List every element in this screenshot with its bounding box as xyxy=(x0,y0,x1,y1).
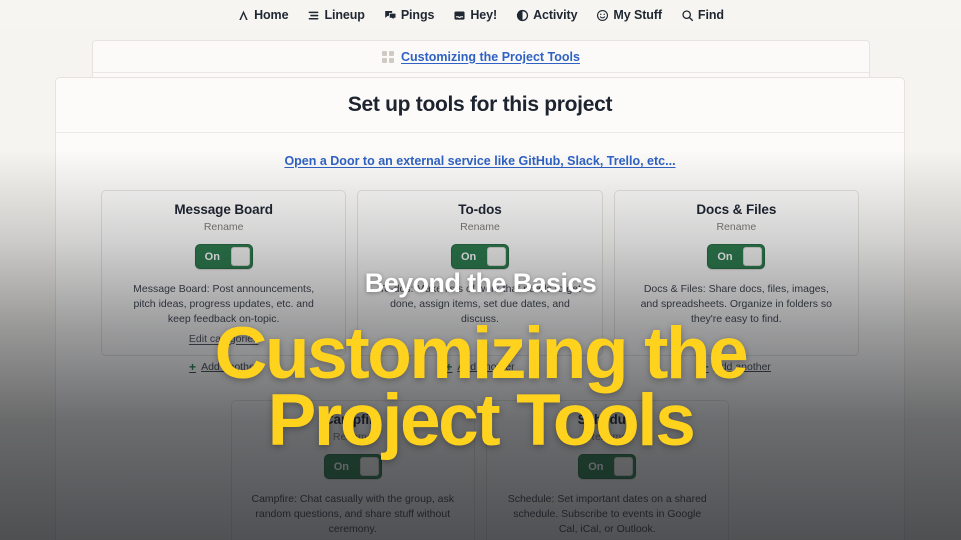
nav-item-home[interactable]: Home xyxy=(237,8,289,22)
breadcrumb-link[interactable]: Customizing the Project Tools xyxy=(401,50,580,64)
tool-description: Campfire: Chat casually with the group, … xyxy=(251,493,454,536)
tool-card-to-dos[interactable]: To-dos Rename On To-dos: Make lists of w… xyxy=(357,190,603,356)
nav-item-label: Activity xyxy=(533,8,578,22)
tool-toggle[interactable]: On xyxy=(578,454,637,479)
toggle-knob xyxy=(486,247,506,266)
tool-name: Docs & Files xyxy=(696,202,777,217)
toggle-knob xyxy=(743,247,763,266)
toggle-knob xyxy=(614,457,634,476)
plus-icon: + xyxy=(445,360,453,374)
rename-link[interactable]: Rename xyxy=(460,221,500,233)
nav-item-find[interactable]: Find xyxy=(681,8,724,22)
toggle-knob xyxy=(230,247,250,266)
hey-inbox-icon xyxy=(453,9,466,22)
edit-categories-link[interactable]: Edit categories xyxy=(189,333,258,345)
tool-name: To-dos xyxy=(458,202,502,217)
add-another-row: + Add another + Add another + Add anothe… xyxy=(101,361,859,373)
breadcrumb: Customizing the Project Tools xyxy=(93,41,869,73)
nav-item-label: Find xyxy=(697,8,724,22)
nav-item-label: Pings xyxy=(400,8,435,22)
add-another-to-dos[interactable]: + Add another xyxy=(357,361,602,373)
tool-card-message-board[interactable]: Message Board Rename On Message Board: P… xyxy=(101,190,347,356)
app-screenshot: Home Lineup Pings Hey! Activity My Stuff… xyxy=(0,0,961,540)
plus-icon: + xyxy=(701,360,709,374)
tool-name: Message Board xyxy=(174,202,273,217)
rename-link[interactable]: Rename xyxy=(587,431,627,443)
tool-card-campfire[interactable]: Campfire Rename On Campfire: Chat casual… xyxy=(231,400,475,540)
tool-description: To-dos: Make lists of work that needs to… xyxy=(379,283,581,326)
plus-icon: + xyxy=(189,360,197,374)
home-icon xyxy=(237,9,250,22)
search-icon xyxy=(681,9,694,22)
add-another-label: Add another xyxy=(201,361,259,373)
page-title: Set up tools for this project xyxy=(347,93,613,116)
nav-item-my-stuff[interactable]: My Stuff xyxy=(596,8,662,22)
lineup-icon xyxy=(307,9,320,22)
nav-item-label: Lineup xyxy=(324,8,365,22)
top-navigation: Home Lineup Pings Hey! Activity My Stuff… xyxy=(0,0,961,30)
screenshot-stage: Home Lineup Pings Hey! Activity My Stuff… xyxy=(0,0,961,540)
rename-link[interactable]: Rename xyxy=(333,431,373,443)
open-door-link[interactable]: Open a Door to an external service like … xyxy=(284,154,675,168)
tool-toggle[interactable]: On xyxy=(707,244,766,269)
tool-name: Schedule xyxy=(577,412,637,427)
nav-item-label: My Stuff xyxy=(613,8,662,22)
tool-description: Docs & Files: Share docs, files, images,… xyxy=(640,283,833,326)
nav-item-lineup[interactable]: Lineup xyxy=(307,8,365,22)
nav-item-activity[interactable]: Activity xyxy=(516,8,578,22)
toggle-state-label: On xyxy=(204,250,220,263)
tool-toggle[interactable]: On xyxy=(450,244,509,269)
pings-icon xyxy=(384,9,397,22)
add-another-message-board[interactable]: + Add another xyxy=(101,361,346,373)
tool-card-grid-row1: Message Board Rename On Message Board: P… xyxy=(101,190,859,356)
rename-link[interactable]: Rename xyxy=(716,221,756,233)
nav-item-hey[interactable]: Hey! xyxy=(453,8,497,22)
activity-moon-icon xyxy=(516,9,529,22)
add-another-label: Add another xyxy=(457,361,515,373)
add-another-label: Add another xyxy=(713,361,771,373)
grid-icon xyxy=(382,50,395,63)
toggle-knob xyxy=(359,457,379,476)
tool-description: Schedule: Set important dates on a share… xyxy=(507,493,707,536)
toggle-state-label: On xyxy=(333,460,350,473)
toggle-state-label: On xyxy=(460,250,477,263)
toggle-state-label: On xyxy=(588,460,604,473)
open-door-row: Open a Door to an external service like … xyxy=(56,133,904,188)
tool-name: Campfire xyxy=(323,412,382,427)
tool-card-schedule[interactable]: Schedule Rename On Schedule: Set importa… xyxy=(485,400,729,540)
panel-header: Set up tools for this project xyxy=(56,78,904,133)
my-stuff-smiley-icon xyxy=(596,9,609,22)
tool-card-grid-row2: Campfire Rename On Campfire: Chat casual… xyxy=(231,400,729,540)
tool-setup-panel: Set up tools for this project Open a Doo… xyxy=(55,77,905,540)
tool-description: Message Board: Post announcements, pitch… xyxy=(133,283,315,326)
nav-item-pings[interactable]: Pings xyxy=(384,8,435,22)
tool-toggle[interactable]: On xyxy=(194,244,253,269)
toggle-state-label: On xyxy=(717,250,733,263)
nav-item-label: Hey! xyxy=(470,8,498,22)
tool-card-docs-and-files[interactable]: Docs & Files Rename On Docs & Files: Sha… xyxy=(613,190,859,356)
nav-item-label: Home xyxy=(254,8,289,22)
rename-link[interactable]: Rename xyxy=(204,221,244,233)
add-another-docs-and-files[interactable]: + Add another xyxy=(614,361,859,373)
tool-toggle[interactable]: On xyxy=(323,454,382,479)
